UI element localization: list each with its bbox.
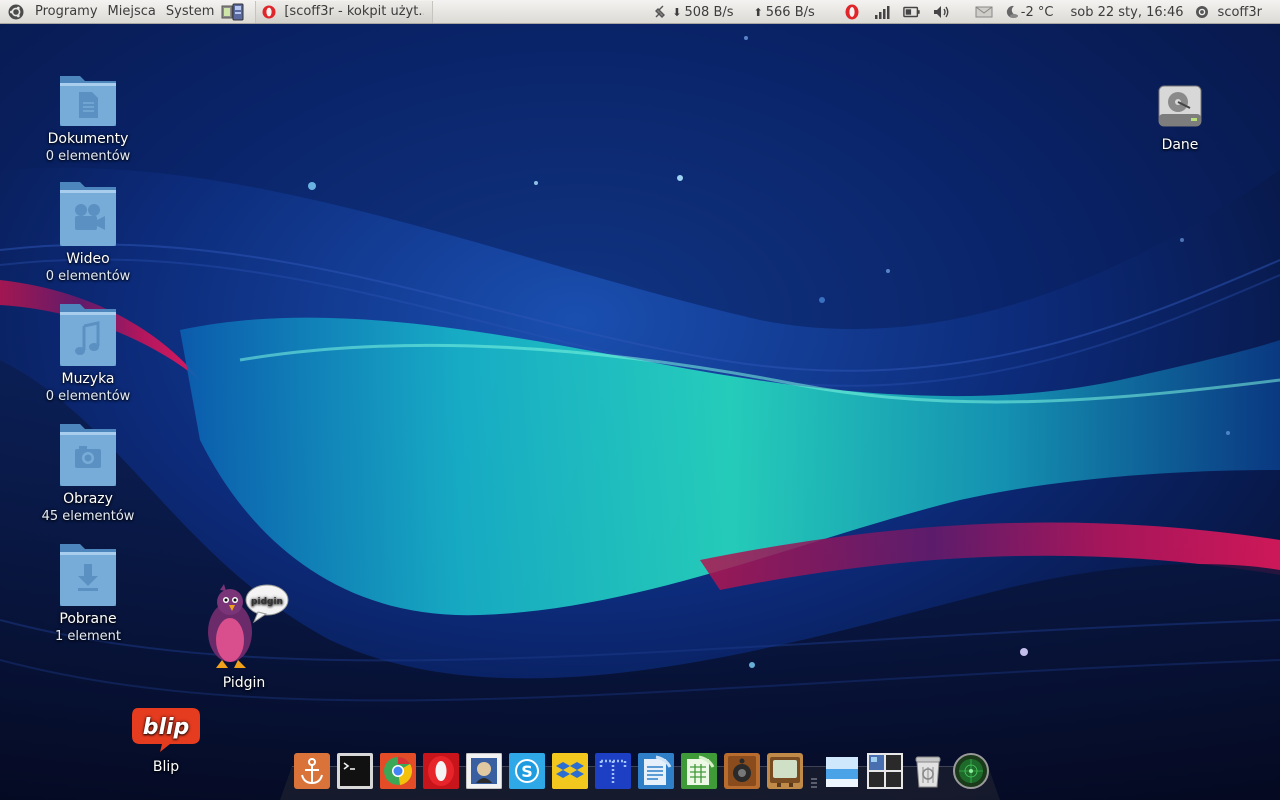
user-power-icon[interactable] xyxy=(1195,4,1209,20)
download-speed-value: 508 B/s xyxy=(684,4,734,20)
top-panel: Programy Miejsca System [scoff3r - kokpi… xyxy=(0,0,1280,24)
hard-drive-icon xyxy=(1158,85,1202,127)
desktop-icon-label: Obrazy xyxy=(63,491,113,507)
blip-logo-text: blip xyxy=(143,715,190,740)
speaker-icon[interactable] xyxy=(724,753,760,789)
dropbox-icon[interactable] xyxy=(552,753,588,789)
desktop-icon-blip[interactable]: blip Blip xyxy=(110,702,222,776)
network-plug-icon[interactable] xyxy=(654,5,666,19)
desktop-icon-dane[interactable]: Dane xyxy=(1124,78,1236,154)
dock-separator xyxy=(810,759,818,789)
tv-icon[interactable] xyxy=(767,753,803,789)
desktop-icon-count: 1 element xyxy=(54,629,121,644)
download-arrow-icon: ⬇ xyxy=(672,5,682,19)
signal-strength-icon[interactable] xyxy=(873,4,891,20)
desktop-icon-count: 45 elementów xyxy=(41,509,135,524)
clock[interactable]: sob 22 sty, 16:46 xyxy=(1070,5,1183,20)
desktop-icon-label: Wideo xyxy=(66,251,110,267)
desktop-icon-pidgin[interactable]: pidgin Pidgin xyxy=(188,580,300,692)
workspaces-icon[interactable] xyxy=(867,753,903,789)
desktop-icon-obrazy[interactable]: Obrazy 45 elementów xyxy=(32,422,144,526)
blip-logo-icon: blip xyxy=(132,708,200,752)
menu-miejsca[interactable]: Miejsca xyxy=(103,0,161,24)
ubuntu-logo-icon[interactable] xyxy=(8,4,24,20)
desktop-icon-count: 0 elementów xyxy=(45,269,131,284)
home-folder-icon[interactable] xyxy=(824,753,860,789)
pictures-folder-icon xyxy=(60,424,116,486)
taskbar-window-opera[interactable]: [scoff3r - kokpit użyt... xyxy=(255,0,434,23)
svg-text:S: S xyxy=(521,762,533,781)
desktop-icon-count: 0 elementów xyxy=(45,389,131,404)
desktop-icon-label: Muzyka xyxy=(61,371,115,387)
desktop-icon-count: 0 elementów xyxy=(45,149,131,164)
mail-envelope-icon[interactable] xyxy=(975,4,993,20)
desktop-icon-dokumenty[interactable]: Dokumenty 0 elementów xyxy=(32,62,144,166)
desktop-icon-label: Dane xyxy=(1161,137,1199,153)
weather-temperature[interactable]: -2 °C xyxy=(1021,5,1054,20)
upload-speed: ⬆ 566 B/s xyxy=(754,5,815,20)
opera-icon xyxy=(262,5,276,19)
calc-icon[interactable] xyxy=(681,753,717,789)
opera-tray-icon[interactable] xyxy=(843,4,861,20)
weather-night-icon[interactable] xyxy=(1005,4,1019,20)
trash-icon[interactable] xyxy=(910,753,946,789)
dock: S xyxy=(294,749,996,789)
desktop-icon-muzyka[interactable]: Muzyka 0 elementów xyxy=(32,302,144,406)
desktop-icon-label: Pidgin xyxy=(222,675,266,691)
user-name[interactable]: scoff3r xyxy=(1218,5,1262,20)
chrome-icon[interactable] xyxy=(380,753,416,789)
documents-folder-icon xyxy=(60,76,116,126)
system-monitor-launcher-icon[interactable] xyxy=(221,3,245,21)
desktop-icon-label: Dokumenty xyxy=(47,131,129,147)
video-folder-icon xyxy=(60,182,116,246)
taskbar-window-title: [scoff3r - kokpit użyt... xyxy=(284,4,425,19)
music-folder-icon xyxy=(60,304,116,366)
terminal-icon[interactable] xyxy=(337,753,373,789)
upload-arrow-icon: ⬆ xyxy=(753,5,763,19)
downloads-folder-icon xyxy=(60,544,116,606)
desktop-icon-pobrane[interactable]: Pobrane 1 element xyxy=(32,542,144,646)
volume-icon[interactable] xyxy=(933,4,951,20)
desktop-icon-label: Pobrane xyxy=(59,611,117,627)
upload-speed-value: 566 B/s xyxy=(765,4,815,20)
anchor-icon[interactable] xyxy=(294,753,330,789)
desktop-icon-wideo[interactable]: Wideo 0 elementów xyxy=(32,182,144,286)
pidgin-bubble-text: pidgin xyxy=(251,597,283,607)
menu-programy[interactable]: Programy xyxy=(30,0,103,24)
opera-icon[interactable] xyxy=(423,753,459,789)
writer-icon[interactable] xyxy=(638,753,674,789)
radar-icon[interactable] xyxy=(953,753,989,789)
battery-icon[interactable] xyxy=(902,4,921,20)
skype-icon[interactable]: S xyxy=(509,753,545,789)
desktop-icon-label: Blip xyxy=(152,759,180,775)
menu-system[interactable]: System xyxy=(161,0,219,24)
mail-stamp-icon[interactable] xyxy=(466,753,502,789)
download-speed: ⬇ 508 B/s xyxy=(672,5,733,20)
pidgin-bird-icon: pidgin xyxy=(208,584,289,668)
blue-grid-icon[interactable] xyxy=(595,753,631,789)
